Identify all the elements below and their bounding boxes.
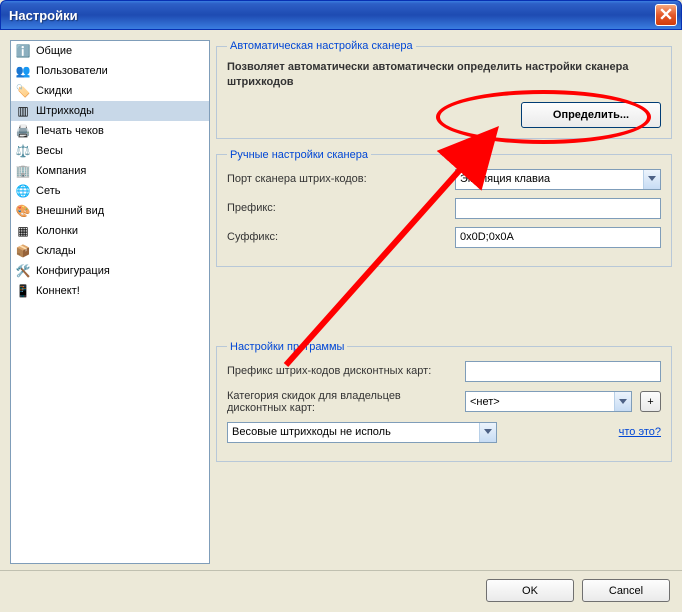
window-close-button[interactable] (655, 4, 677, 26)
detect-button[interactable]: Определить... (521, 102, 661, 128)
close-icon (660, 8, 672, 23)
disc-category-value: <нет> (470, 396, 500, 408)
chevron-down-icon (614, 392, 631, 411)
sidebar-item-appearance[interactable]: 🎨 Внешний вид (11, 201, 209, 221)
sidebar-item-label: Весы (36, 145, 63, 157)
auto-scanner-group: Автоматическая настройка сканера Позволя… (216, 40, 672, 139)
port-combo-value: Эмуляция клавиа (460, 173, 550, 185)
weight-barcodes-value: Весовые штрихкоды не исполь (232, 426, 391, 438)
sidebar-item-label: Печать чеков (36, 125, 104, 137)
sidebar-item-columns[interactable]: ▦ Колонки (11, 221, 209, 241)
prefix-label: Префикс: (227, 202, 447, 214)
sidebar-item-label: Колонки (36, 225, 78, 237)
columns-icon: ▦ (15, 223, 31, 239)
sidebar-item-label: Общие (36, 45, 72, 57)
sidebar-item-warehouses[interactable]: 📦 Склады (11, 241, 209, 261)
palette-icon: 🎨 (15, 203, 31, 219)
client-area: ℹ️ Общие 👥 Пользователи 🏷️ Скидки ▥ Штрихкод… (0, 30, 682, 570)
sidebar-item-scales[interactable]: ⚖️ Весы (11, 141, 209, 161)
mobile-icon: 📱 (15, 283, 31, 299)
port-label: Порт сканера штрих-кодов: (227, 173, 447, 185)
add-category-button[interactable]: + (640, 391, 661, 412)
manual-scanner-group: Ручные настройки сканера Порт сканера шт… (216, 149, 672, 267)
printer-icon: 🖨️ (15, 123, 31, 139)
ok-button[interactable]: OK (486, 579, 574, 602)
program-settings-group: Настройки программы Префикс штрих-кодов … (216, 341, 672, 462)
disc-prefix-input[interactable] (465, 361, 661, 382)
program-settings-legend: Настройки программы (227, 341, 347, 353)
prefix-input[interactable] (455, 198, 661, 219)
globe-icon: 🌐 (15, 183, 31, 199)
sidebar-item-label: Внешний вид (36, 205, 104, 217)
sidebar-item-label: Коннект! (36, 285, 80, 297)
barcode-icon: ▥ (15, 103, 31, 119)
sidebar-item-connect[interactable]: 📱 Коннект! (11, 281, 209, 301)
suffix-label: Суффикс: (227, 231, 447, 243)
chevron-down-icon (643, 170, 660, 189)
sidebar-item-label: Пользователи (36, 65, 108, 77)
auto-scanner-legend: Автоматическая настройка сканера (227, 40, 416, 52)
tools-icon: 🛠️ (15, 263, 31, 279)
sidebar-item-label: Штрихкоды (36, 105, 94, 117)
cancel-button[interactable]: Cancel (582, 579, 670, 602)
sidebar-item-label: Компания (36, 165, 86, 177)
sidebar-item-label: Скидки (36, 85, 72, 97)
sidebar-item-receipt-print[interactable]: 🖨️ Печать чеков (11, 121, 209, 141)
sidebar-item-general[interactable]: ℹ️ Общие (11, 41, 209, 61)
scales-icon: ⚖️ (15, 143, 31, 159)
sidebar-item-label: Склады (36, 245, 76, 257)
info-icon: ℹ️ (15, 43, 31, 59)
building-icon: 🏢 (15, 163, 31, 179)
plus-icon: + (647, 396, 653, 408)
settings-sidebar: ℹ️ Общие 👥 Пользователи 🏷️ Скидки ▥ Штрихкод… (10, 40, 210, 564)
port-combo[interactable]: Эмуляция клавиа (455, 169, 661, 190)
settings-panel: Автоматическая настройка сканера Позволя… (216, 40, 672, 564)
sidebar-item-barcodes[interactable]: ▥ Штрихкоды (11, 101, 209, 121)
sidebar-item-network[interactable]: 🌐 Сеть (11, 181, 209, 201)
tag-icon: 🏷️ (15, 83, 31, 99)
disc-category-label: Категория скидок для владельцев дисконтн… (227, 390, 457, 414)
weight-barcodes-combo[interactable]: Весовые штрихкоды не исполь (227, 422, 497, 443)
sidebar-item-discounts[interactable]: 🏷️ Скидки (11, 81, 209, 101)
dialog-buttons: OK Cancel (0, 570, 682, 610)
disc-prefix-label: Префикс штрих-кодов дисконтных карт: (227, 365, 457, 377)
chevron-down-icon (479, 423, 496, 442)
suffix-input[interactable] (455, 227, 661, 248)
manual-scanner-legend: Ручные настройки сканера (227, 149, 371, 161)
auto-scanner-description: Позволяет автоматически автоматически оп… (227, 60, 661, 90)
title-bar: Настройки (0, 0, 682, 30)
box-icon: 📦 (15, 243, 31, 259)
users-icon: 👥 (15, 63, 31, 79)
sidebar-item-label: Конфигурация (36, 265, 110, 277)
what-is-this-link[interactable]: что это? (619, 426, 661, 438)
sidebar-item-users[interactable]: 👥 Пользователи (11, 61, 209, 81)
sidebar-item-configuration[interactable]: 🛠️ Конфигурация (11, 261, 209, 281)
window-title: Настройки (9, 8, 78, 23)
sidebar-item-company[interactable]: 🏢 Компания (11, 161, 209, 181)
disc-category-combo[interactable]: <нет> (465, 391, 632, 412)
sidebar-item-label: Сеть (36, 185, 60, 197)
